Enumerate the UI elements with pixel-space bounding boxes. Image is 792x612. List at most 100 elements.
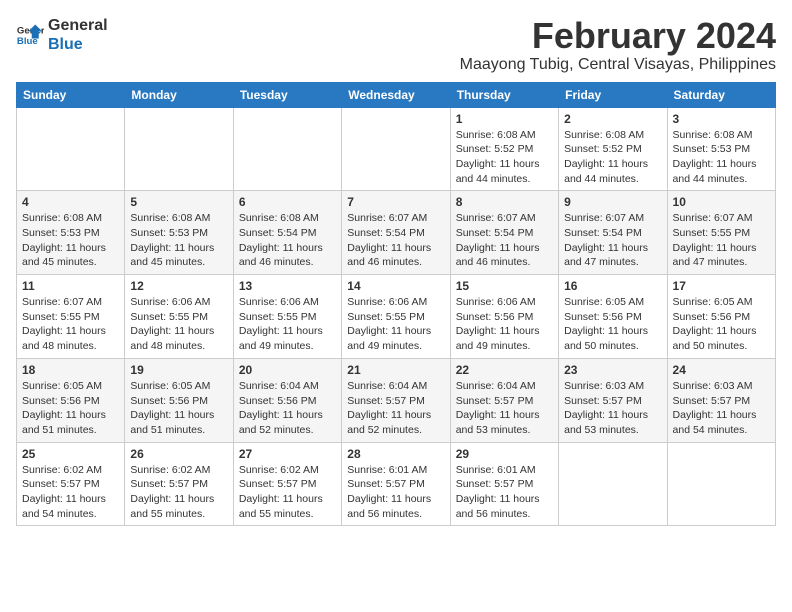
calendar-cell bbox=[17, 107, 125, 191]
day-info: Sunrise: 6:03 AM Sunset: 5:57 PM Dayligh… bbox=[673, 379, 770, 438]
calendar-cell: 27Sunrise: 6:02 AM Sunset: 5:57 PM Dayli… bbox=[233, 442, 341, 526]
day-number: 7 bbox=[347, 195, 444, 209]
day-info: Sunrise: 6:07 AM Sunset: 5:54 PM Dayligh… bbox=[456, 211, 553, 270]
calendar-week-1: 4 Sunrise: 6:08 AM Sunset: 5:53 PM Daylig… bbox=[17, 191, 776, 275]
day-info: Sunrise: 6:07 AM Sunset: 5:55 PM Dayligh… bbox=[673, 211, 770, 270]
day-number: 4 bbox=[22, 195, 119, 209]
calendar-cell: 28Sunrise: 6:01 AM Sunset: 5:57 PM Dayli… bbox=[342, 442, 450, 526]
calendar-cell: 7 Sunrise: 6:07 AM Sunset: 5:54 PM Daylig… bbox=[342, 191, 450, 275]
day-info: Sunrise: 6:04 AM Sunset: 5:57 PM Dayligh… bbox=[456, 379, 553, 438]
calendar-table: SundayMondayTuesdayWednesdayThursdayFrid… bbox=[16, 82, 776, 527]
calendar-cell: 26 Sunrise: 6:02 AM Sunset: 5:57 PM Dayli… bbox=[125, 442, 233, 526]
logo-blue: Blue bbox=[48, 35, 108, 54]
calendar-cell: 2Sunrise: 6:08 AM Sunset: 5:52 PM Daylig… bbox=[559, 107, 667, 191]
day-number: 27 bbox=[239, 447, 336, 461]
calendar-cell: 6 Sunrise: 6:08 AM Sunset: 5:54 PM Daylig… bbox=[233, 191, 341, 275]
calendar-week-0: 1 Sunrise: 6:08 AM Sunset: 5:52 PM Daylig… bbox=[17, 107, 776, 191]
calendar-cell: 22 Sunrise: 6:04 AM Sunset: 5:57 PM Dayli… bbox=[450, 358, 558, 442]
calendar-cell bbox=[342, 107, 450, 191]
calendar-cell: 12 Sunrise: 6:06 AM Sunset: 5:55 PM Dayli… bbox=[125, 275, 233, 359]
day-number: 22 bbox=[456, 363, 553, 377]
day-number: 15 bbox=[456, 279, 553, 293]
calendar-cell: 11 Sunrise: 6:07 AM Sunset: 5:55 PM Dayli… bbox=[17, 275, 125, 359]
day-number: 21 bbox=[347, 363, 444, 377]
calendar-cell bbox=[233, 107, 341, 191]
day-number: 29 bbox=[456, 447, 553, 461]
day-number: 5 bbox=[130, 195, 227, 209]
calendar-cell bbox=[125, 107, 233, 191]
calendar-cell: 13 Sunrise: 6:06 AM Sunset: 5:55 PM Dayli… bbox=[233, 275, 341, 359]
day-info: Sunrise: 6:07 AM Sunset: 5:54 PM Dayligh… bbox=[347, 211, 444, 270]
calendar-cell: 18 Sunrise: 6:05 AM Sunset: 5:56 PM Dayli… bbox=[17, 358, 125, 442]
calendar-body: 1 Sunrise: 6:08 AM Sunset: 5:52 PM Daylig… bbox=[17, 107, 776, 526]
calendar-cell: 5Sunrise: 6:08 AM Sunset: 5:53 PM Daylig… bbox=[125, 191, 233, 275]
calendar-cell: 29 Sunrise: 6:01 AM Sunset: 5:57 PM Dayli… bbox=[450, 442, 558, 526]
day-info: Sunrise: 6:08 AM Sunset: 5:54 PM Dayligh… bbox=[239, 211, 336, 270]
day-header-wednesday: Wednesday bbox=[342, 82, 450, 107]
day-header-thursday: Thursday bbox=[450, 82, 558, 107]
calendar-cell: 15 Sunrise: 6:06 AM Sunset: 5:56 PM Dayli… bbox=[450, 275, 558, 359]
day-number: 23 bbox=[564, 363, 661, 377]
day-info: Sunrise: 6:05 AM Sunset: 5:56 PM Dayligh… bbox=[564, 295, 661, 354]
day-info: Sunrise: 6:06 AM Sunset: 5:56 PM Dayligh… bbox=[456, 295, 553, 354]
day-number: 16 bbox=[564, 279, 661, 293]
calendar-cell: 21Sunrise: 6:04 AM Sunset: 5:57 PM Dayli… bbox=[342, 358, 450, 442]
day-number: 3 bbox=[673, 112, 770, 126]
day-number: 2 bbox=[564, 112, 661, 126]
day-number: 9 bbox=[564, 195, 661, 209]
calendar-week-4: 25Sunrise: 6:02 AM Sunset: 5:57 PM Dayli… bbox=[17, 442, 776, 526]
calendar-cell: 4 Sunrise: 6:08 AM Sunset: 5:53 PM Daylig… bbox=[17, 191, 125, 275]
day-info: Sunrise: 6:08 AM Sunset: 5:52 PM Dayligh… bbox=[456, 128, 553, 187]
day-info: Sunrise: 6:01 AM Sunset: 5:57 PM Dayligh… bbox=[347, 463, 444, 522]
day-info: Sunrise: 6:06 AM Sunset: 5:55 PM Dayligh… bbox=[239, 295, 336, 354]
day-number: 19 bbox=[130, 363, 227, 377]
day-header-friday: Friday bbox=[559, 82, 667, 107]
day-info: Sunrise: 6:07 AM Sunset: 5:54 PM Dayligh… bbox=[564, 211, 661, 270]
day-info: Sunrise: 6:06 AM Sunset: 5:55 PM Dayligh… bbox=[347, 295, 444, 354]
calendar-cell: 3 Sunrise: 6:08 AM Sunset: 5:53 PM Daylig… bbox=[667, 107, 775, 191]
day-info: Sunrise: 6:03 AM Sunset: 5:57 PM Dayligh… bbox=[564, 379, 661, 438]
calendar-week-2: 11 Sunrise: 6:07 AM Sunset: 5:55 PM Dayli… bbox=[17, 275, 776, 359]
day-header-monday: Monday bbox=[125, 82, 233, 107]
calendar-cell: 8 Sunrise: 6:07 AM Sunset: 5:54 PM Daylig… bbox=[450, 191, 558, 275]
location-title: Maayong Tubig, Central Visayas, Philippi… bbox=[460, 56, 776, 74]
day-header-sunday: Sunday bbox=[17, 82, 125, 107]
day-number: 24 bbox=[673, 363, 770, 377]
day-header-saturday: Saturday bbox=[667, 82, 775, 107]
day-number: 1 bbox=[456, 112, 553, 126]
day-info: Sunrise: 6:08 AM Sunset: 5:53 PM Dayligh… bbox=[22, 211, 119, 270]
day-number: 10 bbox=[673, 195, 770, 209]
day-number: 13 bbox=[239, 279, 336, 293]
calendar-cell: 24 Sunrise: 6:03 AM Sunset: 5:57 PM Dayli… bbox=[667, 358, 775, 442]
calendar-cell: 16 Sunrise: 6:05 AM Sunset: 5:56 PM Dayli… bbox=[559, 275, 667, 359]
day-number: 8 bbox=[456, 195, 553, 209]
day-number: 12 bbox=[130, 279, 227, 293]
day-info: Sunrise: 6:02 AM Sunset: 5:57 PM Dayligh… bbox=[22, 463, 119, 522]
day-info: Sunrise: 6:02 AM Sunset: 5:57 PM Dayligh… bbox=[130, 463, 227, 522]
calendar-header-row: SundayMondayTuesdayWednesdayThursdayFrid… bbox=[17, 82, 776, 107]
day-info: Sunrise: 6:05 AM Sunset: 5:56 PM Dayligh… bbox=[22, 379, 119, 438]
calendar-cell bbox=[667, 442, 775, 526]
month-title: February 2024 bbox=[460, 16, 776, 56]
day-info: Sunrise: 6:06 AM Sunset: 5:55 PM Dayligh… bbox=[130, 295, 227, 354]
day-info: Sunrise: 6:05 AM Sunset: 5:56 PM Dayligh… bbox=[130, 379, 227, 438]
calendar-cell: 14Sunrise: 6:06 AM Sunset: 5:55 PM Dayli… bbox=[342, 275, 450, 359]
calendar-cell bbox=[559, 442, 667, 526]
day-number: 17 bbox=[673, 279, 770, 293]
logo-icon: General Blue bbox=[16, 21, 44, 49]
day-number: 6 bbox=[239, 195, 336, 209]
day-number: 18 bbox=[22, 363, 119, 377]
calendar-cell: 25Sunrise: 6:02 AM Sunset: 5:57 PM Dayli… bbox=[17, 442, 125, 526]
day-info: Sunrise: 6:05 AM Sunset: 5:56 PM Dayligh… bbox=[673, 295, 770, 354]
calendar-cell: 10 Sunrise: 6:07 AM Sunset: 5:55 PM Dayli… bbox=[667, 191, 775, 275]
day-info: Sunrise: 6:01 AM Sunset: 5:57 PM Dayligh… bbox=[456, 463, 553, 522]
day-number: 26 bbox=[130, 447, 227, 461]
day-info: Sunrise: 6:07 AM Sunset: 5:55 PM Dayligh… bbox=[22, 295, 119, 354]
day-header-tuesday: Tuesday bbox=[233, 82, 341, 107]
header: General Blue General Blue February 2024 … bbox=[16, 16, 776, 74]
logo-general: General bbox=[48, 16, 108, 35]
day-number: 11 bbox=[22, 279, 119, 293]
day-info: Sunrise: 6:08 AM Sunset: 5:53 PM Dayligh… bbox=[673, 128, 770, 187]
day-info: Sunrise: 6:04 AM Sunset: 5:56 PM Dayligh… bbox=[239, 379, 336, 438]
calendar-cell: 19 Sunrise: 6:05 AM Sunset: 5:56 PM Dayli… bbox=[125, 358, 233, 442]
